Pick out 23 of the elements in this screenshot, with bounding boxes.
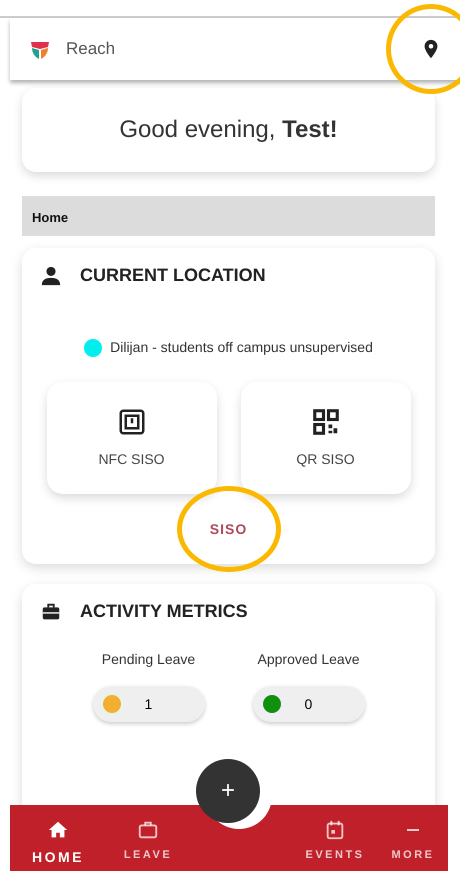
nav-tab[interactable]: MORE xyxy=(373,819,453,864)
card-title: ACTIVITY METRICS xyxy=(80,600,248,623)
siso-link[interactable]: SISO xyxy=(210,521,248,537)
app-title: Reach xyxy=(66,38,116,60)
greeting-text: Good evening, Test! xyxy=(119,115,338,145)
location-status: Dilijan - students off campus unsupervised xyxy=(110,338,373,357)
qr-code-icon xyxy=(310,406,340,436)
person-icon xyxy=(40,264,62,286)
metric-count[interactable]: 0 xyxy=(252,686,364,722)
calendar-icon xyxy=(324,819,346,841)
metric-label: Pending Leave xyxy=(102,650,196,669)
nfc-icon xyxy=(116,406,146,436)
dash-icon xyxy=(406,828,420,832)
card-title: CURRENT LOCATION xyxy=(80,264,266,287)
qr-siso-button[interactable]: QR SISO xyxy=(240,382,410,494)
nav-tab[interactable]: HOME xyxy=(18,819,98,868)
nav-tab[interactable]: LEAVE xyxy=(108,819,188,864)
nav-tab[interactable]: EVENTS xyxy=(295,819,375,864)
metric-count[interactable]: 1 xyxy=(92,686,204,722)
metric-label: Approved Leave xyxy=(258,650,360,669)
breadcrumb-bar: Home xyxy=(22,196,435,236)
nfc-siso-button[interactable]: NFC SISO xyxy=(46,382,216,494)
briefcase-icon xyxy=(137,819,159,841)
